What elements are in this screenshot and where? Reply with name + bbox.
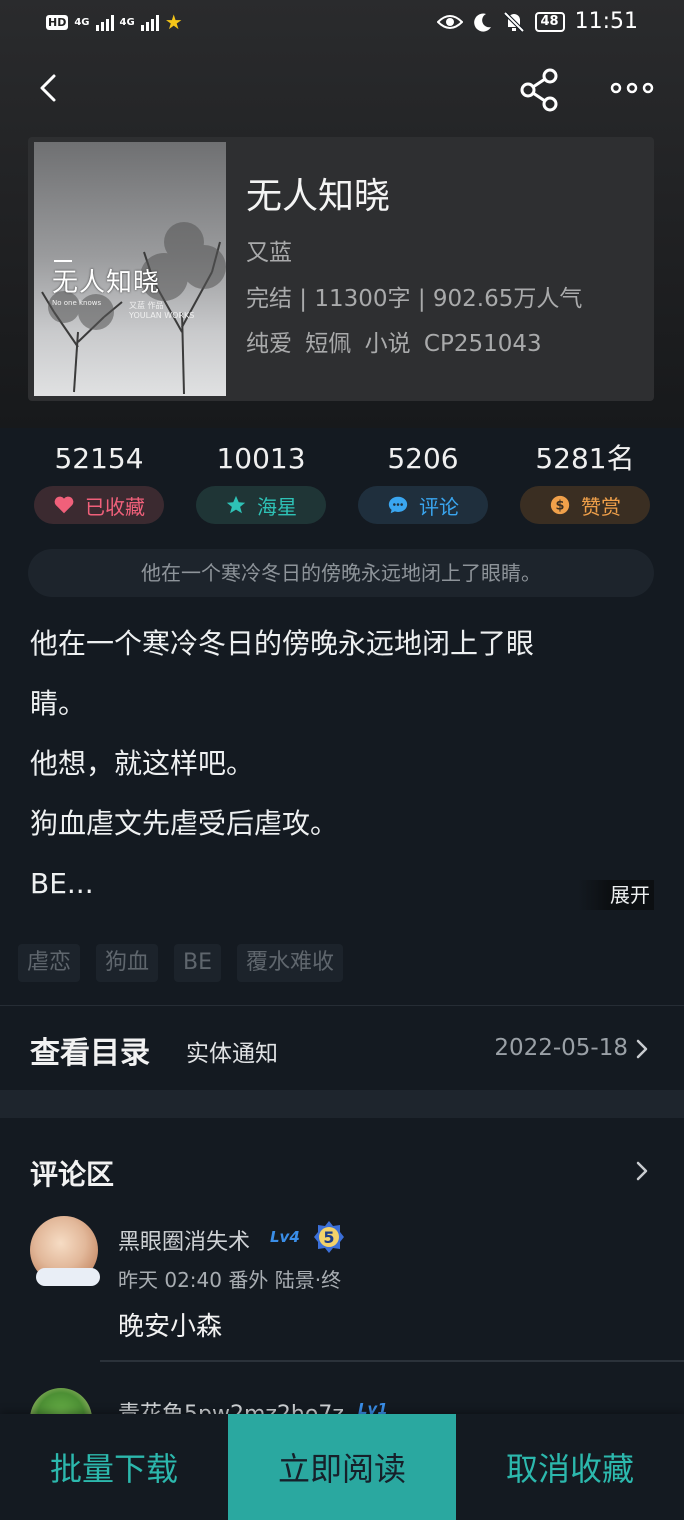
svg-text:$: $ [556, 499, 565, 514]
book-title: 无人知晓 [246, 176, 391, 217]
expand-button[interactable]: 展开 [578, 880, 654, 910]
catalog-notice: 实体通知 [186, 1041, 278, 1067]
stat-comments: 5206 评论 [358, 440, 488, 524]
stats-row: 52154 已收藏 10013 海星 5206 评论 5281名 $ 赞赏 [0, 440, 684, 530]
starfish-label: 海星 [257, 494, 297, 519]
description-line: BE... [30, 867, 94, 900]
coin-icon: $ [550, 495, 570, 515]
section-separator [0, 1090, 684, 1118]
read-now-button[interactable]: 立即阅读 [228, 1414, 456, 1520]
medal-icon: 5 [314, 1221, 344, 1253]
star-icon [226, 495, 246, 514]
back-arrow-icon[interactable] [30, 68, 70, 108]
bell-muted-icon [503, 11, 524, 32]
hd-indicator: HD [46, 14, 69, 30]
reward-button[interactable]: $ 赞赏 [520, 486, 650, 524]
eye-icon [436, 14, 463, 29]
catalog-title: 查看目录 [30, 1036, 150, 1071]
heart-icon [54, 496, 74, 514]
tag-list: 虐恋 狗血 BE 覆水难收 [18, 944, 344, 982]
divider [100, 1360, 684, 1362]
book-meta: 完结 | 11300字 | 902.65万人气 [246, 286, 583, 312]
level-badge: Lv4 [270, 1228, 300, 1246]
avatar-frame-cloud [36, 1268, 100, 1286]
clock: 11:51 [574, 9, 638, 34]
description-line: 他在一个寒冷冬日的傍晚永远地闭上了眼 [30, 627, 535, 660]
book-quote: 他在一个寒冷冬日的傍晚永远地闭上了眼睛。 [28, 549, 654, 597]
cover-author-line: 又蓝 作品 [129, 301, 164, 310]
book-author[interactable]: 又蓝 [246, 233, 292, 267]
more-options-icon[interactable] [606, 68, 658, 108]
battery-icon: 48 [534, 11, 565, 32]
description-line: 他想，就这样吧。 [30, 747, 255, 780]
cancel-favorite-button[interactable]: 取消收藏 [456, 1414, 684, 1520]
book-tags-line: 纯爱 短佩 小说 CP251043 [246, 331, 542, 357]
favorite-button[interactable]: 已收藏 [34, 486, 164, 524]
network-type-1: 4G [74, 16, 90, 28]
star-status-icon: ★ [164, 10, 183, 34]
signal-icon-2 [140, 13, 159, 31]
chevron-right-icon[interactable] [634, 1160, 650, 1182]
tag-chip[interactable]: 狗血 [96, 944, 159, 982]
comments-count: 5206 [387, 442, 459, 475]
status-left: HD 4G 4G ★ [46, 10, 183, 34]
share-icon[interactable] [516, 66, 564, 114]
medal-number: 5 [323, 1228, 334, 1247]
favorite-label: 已收藏 [85, 494, 145, 519]
tag-chip[interactable]: 覆水难收 [237, 944, 344, 982]
book-description: 他在一个寒冷冬日的傍晚永远地闭上了眼 睛。 他想，就这样吧。 狗血虐文先虐受后虐… [30, 614, 630, 914]
comments-label: 评论 [419, 494, 459, 519]
reward-label: 赞赏 [581, 494, 621, 519]
cover-author-en: YOULAN WORKS [129, 311, 195, 320]
comment-time-chapter: 昨天 02:40 番外 陆景·终 [118, 1268, 342, 1292]
tag-chip[interactable]: 虐恋 [18, 944, 81, 982]
network-type-2: 4G [119, 16, 135, 28]
stat-favorite: 52154 已收藏 [34, 440, 164, 524]
comment-text: 晚安小森 [118, 1312, 223, 1342]
book-cover[interactable]: 无人知晓 No one knows 又蓝 作品 YOULAN WORKS [34, 142, 226, 396]
catalog-date: 2022-05-18 [494, 1035, 628, 1061]
bottom-action-bar: 批量下载 立即阅读 取消收藏 [0, 1414, 684, 1520]
cover-author: 又蓝 作品 YOULAN WORKS [129, 300, 194, 320]
stat-reward: 5281名 $ 赞赏 [520, 440, 650, 524]
cover-title: 无人知晓 [52, 268, 161, 298]
book-info-card: 无人知晓 No one knows 又蓝 作品 YOULAN WORKS 无人知晓… [28, 137, 654, 401]
chevron-right-icon [636, 1039, 648, 1059]
moon-icon [473, 13, 491, 32]
description-line: 狗血虐文先虐受后虐攻。 [30, 807, 339, 840]
top-nav [0, 58, 684, 118]
status-bar: HD 4G 4G ★ 48 11:51 [0, 0, 684, 48]
batch-download-button[interactable]: 批量下载 [0, 1414, 228, 1520]
cover-subtitle: No one knows [52, 299, 102, 307]
signal-icon [95, 13, 114, 31]
catalog-row[interactable]: 查看目录 实体通知 2022-05-18 [0, 1006, 684, 1090]
stat-starfish: 10013 海星 [196, 440, 326, 524]
tag-chip[interactable]: BE [174, 944, 222, 982]
comments-section-title[interactable]: 评论区 [30, 1153, 114, 1193]
favorite-count: 52154 [54, 442, 144, 475]
starfish-button[interactable]: 海星 [196, 486, 326, 524]
description-line: 睛。 [30, 687, 87, 720]
commenter-name[interactable]: 黑眼圈消失术 [118, 1224, 250, 1256]
comments-button[interactable]: 评论 [358, 486, 488, 524]
chat-bubble-icon [388, 496, 408, 514]
reward-count: 5281名 [535, 442, 635, 475]
status-right: 48 11:51 [436, 9, 638, 34]
starfish-count: 10013 [216, 442, 306, 475]
